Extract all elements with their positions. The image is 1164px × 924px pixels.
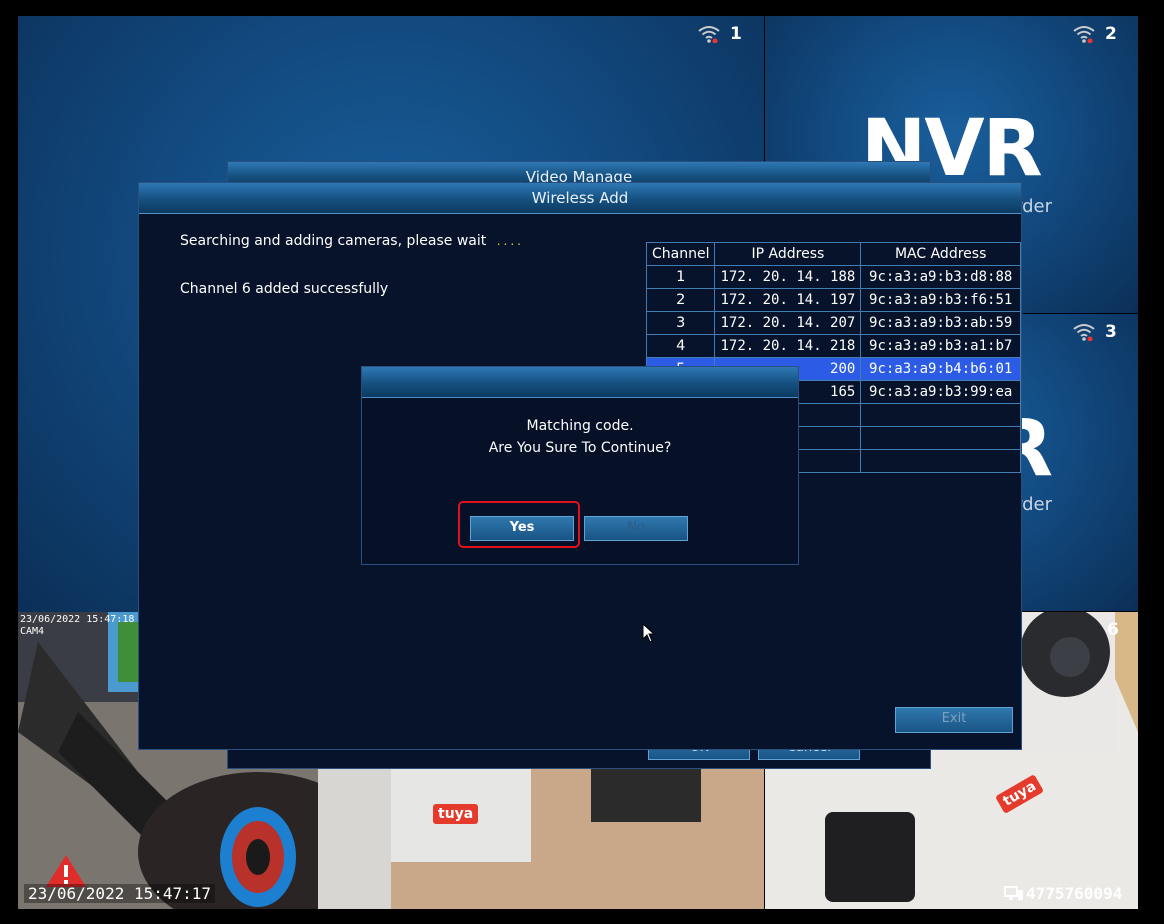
column-header-ip: IP Address <box>714 242 862 266</box>
channel-6-badge: 6 <box>1107 620 1119 640</box>
channel-3-badge: 3 <box>1073 322 1117 342</box>
cell-mac: 9c:a3:a9:b3:a1:b7 <box>860 334 1021 358</box>
column-header-channel: Channel <box>645 242 716 266</box>
table-row[interactable]: 4 172. 20. 14. 218 9c:a3:a9:b3:a1:b7 <box>645 334 1021 358</box>
search-status: Searching and adding cameras, please wai… <box>180 233 524 249</box>
no-button[interactable]: No <box>584 516 688 541</box>
network-device-icon <box>1004 885 1023 900</box>
cell-channel: 2 <box>645 288 716 312</box>
cell-mac: 9c:a3:a9:b4:b6:01 <box>860 357 1021 381</box>
channel-1-badge: 1 <box>698 24 742 44</box>
cell-channel: 4 <box>645 334 716 358</box>
table-row[interactable]: 3 172. 20. 14. 207 9c:a3:a9:b3:ab:59 <box>645 311 1021 335</box>
wifi-icon <box>698 26 720 43</box>
confirm-dialog: Matching code. Are You Sure To Continue?… <box>361 366 799 565</box>
cell-ip: 172. 20. 14. 218 <box>714 334 862 358</box>
channel-number: 2 <box>1105 24 1117 44</box>
device-id-osd: 4775760094 <box>1004 884 1122 903</box>
device-id: 4775760094 <box>1026 884 1123 903</box>
cam4-date-osd: 23/06/2022 15:47:18 <box>20 614 135 625</box>
search-status-dots: .... <box>496 234 524 248</box>
bottom-datetime-osd: 23/06/2022 15:47:17 <box>24 884 216 903</box>
cell-mac: 9c:a3:a9:b3:99:ea <box>860 380 1021 404</box>
wifi-icon <box>1073 26 1095 43</box>
column-header-mac: MAC Address <box>860 242 1021 266</box>
wifi-icon <box>1073 324 1095 341</box>
cam4-name-osd: CAM4 <box>20 626 45 637</box>
mouse-cursor-icon <box>642 623 656 643</box>
cell-ip: 172. 20. 14. 197 <box>714 288 862 312</box>
yes-button[interactable]: Yes <box>470 516 574 541</box>
cell-mac <box>860 403 1021 427</box>
confirm-message-line2: Are You Sure To Continue? <box>488 440 672 456</box>
channel-2-badge: 2 <box>1073 24 1117 44</box>
table-row[interactable]: 2 172. 20. 14. 197 9c:a3:a9:b3:f6:51 <box>645 288 1021 312</box>
cell-mac <box>860 449 1021 473</box>
search-status-text: Searching and adding cameras, please wai… <box>180 233 487 249</box>
confirm-message-line1: Matching code. <box>526 418 634 434</box>
exit-button[interactable]: Exit <box>895 707 1013 733</box>
cell-mac: 9c:a3:a9:b3:ab:59 <box>860 311 1021 335</box>
cell-channel: 3 <box>645 311 716 335</box>
add-result-text: Channel 6 added successfully <box>180 281 389 297</box>
channel-number: 1 <box>730 24 742 44</box>
channel-number: 6 <box>1107 620 1119 640</box>
table-row[interactable]: 1 172. 20. 14. 188 9c:a3:a9:b3:d8:88 <box>645 265 1021 289</box>
tuya-logo: tuya <box>433 804 479 824</box>
cell-ip: 172. 20. 14. 188 <box>714 265 862 289</box>
cell-mac <box>860 426 1021 450</box>
cell-ip: 172. 20. 14. 207 <box>714 311 862 335</box>
wireless-add-title: Wireless Add <box>139 183 1021 214</box>
cell-mac: 9c:a3:a9:b3:d8:88 <box>860 265 1021 289</box>
cell-mac: 9c:a3:a9:b3:f6:51 <box>860 288 1021 312</box>
table-header-row: Channel IP Address MAC Address <box>645 242 1021 266</box>
channel-number: 3 <box>1105 322 1117 342</box>
confirm-dialog-titlebar <box>362 367 798 398</box>
cell-channel: 1 <box>645 265 716 289</box>
